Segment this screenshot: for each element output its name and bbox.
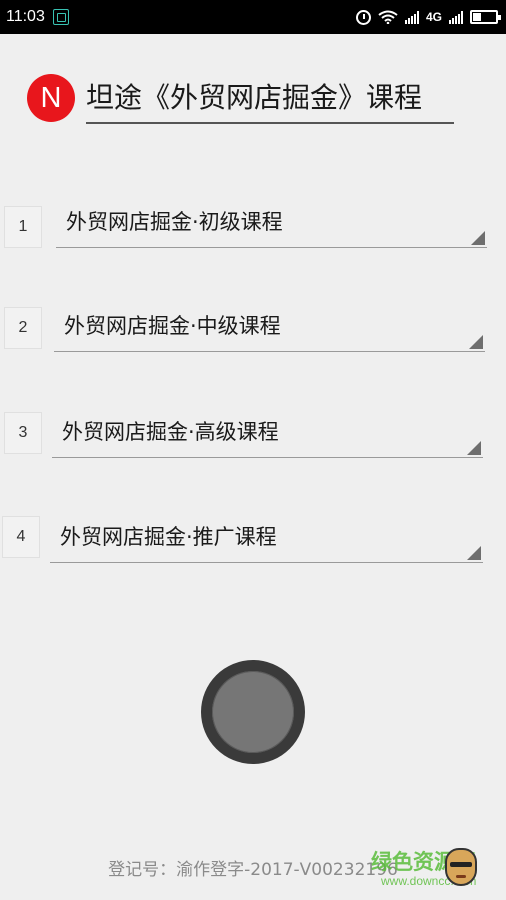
network-type: 4G: [425, 10, 442, 24]
course-label: 外贸网店掘金·推广课程: [60, 525, 277, 549]
signal-icon: [404, 10, 419, 24]
course-select-beginner[interactable]: 外贸网店掘金·初级课程: [56, 202, 487, 248]
page-title: 坦途《外贸网店掘金》课程: [86, 78, 454, 124]
row-number: 3: [4, 412, 42, 454]
alarm-icon: [355, 9, 371, 25]
dropdown-arrow-icon: [471, 231, 485, 245]
dropdown-arrow-icon: [467, 546, 481, 560]
course-row-2: 2 外贸网店掘金·中级课程: [0, 302, 506, 372]
course-select-promotion[interactable]: 外贸网店掘金·推广课程: [50, 517, 483, 563]
app-logo: N: [27, 74, 75, 122]
course-label: 外贸网店掘金·高级课程: [62, 420, 279, 444]
status-time: 11:03: [6, 8, 45, 25]
signal-icon: [449, 10, 463, 24]
dropdown-arrow-icon: [467, 441, 481, 455]
wifi-icon: [378, 10, 398, 24]
battery-icon: [470, 10, 501, 24]
course-label: 外贸网店掘金·中级课程: [64, 314, 281, 338]
battery-level: [473, 13, 481, 21]
row-number: 2: [4, 307, 42, 349]
round-button-inner: [212, 671, 294, 753]
status-icons: 4G: [355, 0, 501, 34]
dropdown-arrow-icon: [469, 335, 483, 349]
course-select-intermediate[interactable]: 外贸网店掘金·中级课程: [54, 306, 485, 352]
logo-letter: N: [40, 81, 62, 114]
watermark-face-icon: [445, 848, 477, 886]
course-row-3: 3 外贸网店掘金·高级课程: [0, 408, 506, 478]
row-number: 4: [2, 516, 40, 558]
course-row-4: 4 外贸网店掘金·推广课程: [0, 513, 506, 583]
round-action-button[interactable]: [201, 660, 305, 764]
status-bar: 11:03 4G: [0, 0, 506, 34]
course-select-advanced[interactable]: 外贸网店掘金·高级课程: [52, 412, 483, 458]
watermark: 绿色资源网 www.downcc.com: [371, 846, 486, 891]
row-number: 1: [4, 206, 42, 248]
course-label: 外贸网店掘金·初级课程: [66, 210, 283, 234]
app-notification-icon: [52, 9, 69, 25]
course-row-1: 1 外贸网店掘金·初级课程: [0, 200, 506, 270]
